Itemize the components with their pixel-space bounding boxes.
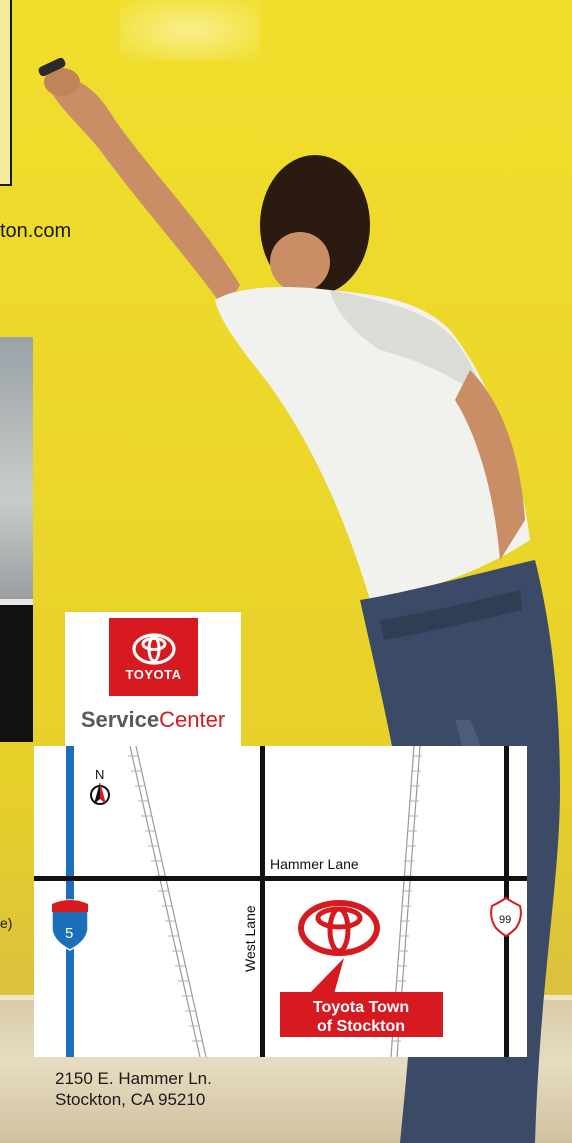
hammer-lane-label: Hammer Lane xyxy=(270,856,359,872)
center-word: Center xyxy=(159,707,226,732)
service-center-text: ServiceCenter xyxy=(65,707,241,733)
dealer-address: 2150 E. Hammer Ln. Stockton, CA 95210 xyxy=(55,1068,212,1110)
toyota-wordmark: TOYOTA xyxy=(125,666,182,682)
dealer-pointer xyxy=(309,958,344,994)
address-line-1: 2150 E. Hammer Ln. xyxy=(55,1069,212,1088)
toyota-emblem-icon xyxy=(131,632,176,665)
toyota-badge: TOYOTA xyxy=(109,618,198,696)
address-line-2: Stockton, CA 95210 xyxy=(55,1090,206,1109)
dealer-label-line2: of Stockton xyxy=(317,1018,405,1035)
service-word: Service xyxy=(80,707,160,732)
west-lane-label: West Lane xyxy=(242,905,258,972)
north-arrow-icon xyxy=(90,782,110,805)
dealer-label-line1: Toyota Town xyxy=(313,999,409,1016)
toyota-emblem-icon xyxy=(298,900,380,956)
west-lane-road xyxy=(260,746,265,1057)
highway-shield-number: 99 xyxy=(499,914,511,926)
north-label: N xyxy=(95,767,104,782)
location-map[interactable]: N Hammer Lane West Lane 5 99 Toyota Town… xyxy=(34,746,527,1057)
hammer-lane-road xyxy=(34,876,527,881)
service-center-logo[interactable]: TOYOTA ServiceCenter xyxy=(65,612,241,747)
interstate-shield-number: 5 xyxy=(65,925,73,942)
